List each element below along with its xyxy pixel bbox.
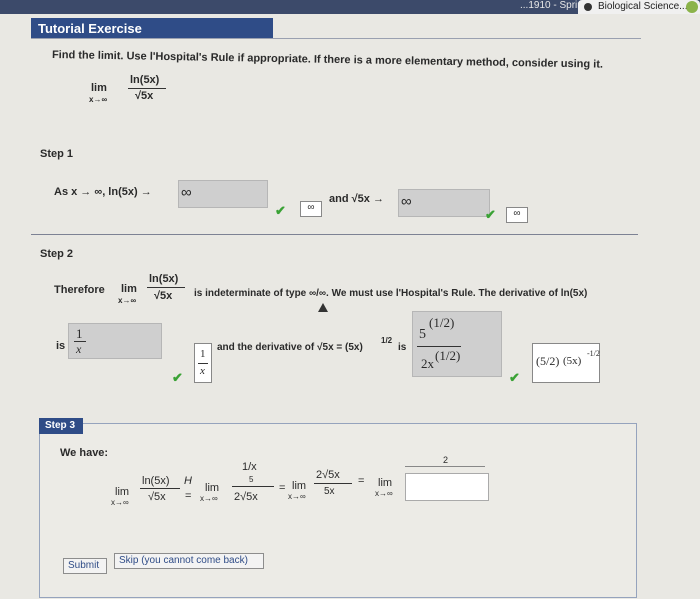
problem-lim: lim: [91, 82, 107, 94]
step3-frac1-bar: [140, 488, 180, 489]
step2-lim-sub: x→∞: [118, 296, 137, 305]
step2-num: ln(5x): [149, 273, 179, 285]
step3-answer-field[interactable]: [405, 473, 489, 501]
step1-answer1-field[interactable]: ∞: [178, 180, 268, 208]
browser-tab-bar: ...1910 - Sprin... Biological Science...: [0, 0, 700, 14]
browser-tab-biological-science[interactable]: Biological Science...: [578, 0, 700, 14]
step3-lim1-sub: x→∞: [111, 498, 129, 507]
step3-num1: ln(5x): [142, 475, 170, 487]
step2-title: Step 2: [40, 248, 74, 260]
extension-badge-icon[interactable]: [686, 1, 698, 13]
step3-lim1: lim: [115, 486, 130, 498]
step3-frac2-bar: [232, 486, 274, 487]
step2-correct-answer2: (5/2) (5x) -1/2: [532, 343, 600, 383]
step1-check2-icon: ✔: [485, 207, 496, 222]
step3-eq1: =: [185, 490, 192, 502]
step1-correct-answer2: ∞: [506, 207, 528, 223]
step3-box-value: 2: [443, 455, 449, 465]
problem-fraction-bar: [128, 88, 166, 89]
step2-indeterminate-text: is indeterminate of type ∞/∞. We must us…: [194, 288, 588, 299]
step3-tab: Step 3: [39, 418, 83, 434]
step3-den1: √5x: [148, 491, 166, 503]
step3-num3: 2√5x: [316, 469, 340, 481]
step3-num2-mid: 5: [249, 475, 254, 484]
step2-exponent: 1/2: [381, 336, 393, 345]
step2-fraction-bar: [147, 287, 185, 288]
step3-we-have: We have:: [60, 447, 109, 459]
step2-is2-label: is: [398, 342, 407, 353]
problem-numerator: ln(5x): [130, 74, 160, 86]
step1-and-text: and √5x →: [329, 193, 384, 205]
step2-answer1-field[interactable]: 1 x: [68, 323, 162, 359]
step1-check1-icon: ✔: [275, 203, 286, 218]
step2-correct-answer1: 1 x: [194, 343, 212, 383]
step2-lim: lim: [121, 283, 137, 295]
step1-answer2-field[interactable]: ∞: [398, 189, 490, 217]
tutorial-exercise-header: Tutorial Exercise: [31, 18, 273, 38]
header-divider: [31, 38, 641, 39]
step3-lim3: lim: [292, 480, 307, 492]
step3-lim2: lim: [205, 482, 220, 494]
step3-den2: 2√5x: [234, 491, 258, 503]
step3-lim4: lim: [378, 477, 393, 489]
submit-button[interactable]: Submit: [63, 558, 107, 574]
tab-favicon-icon: [584, 3, 592, 11]
step3-den3: 5x: [324, 486, 335, 497]
step3-lim3-sub: x→∞: [288, 492, 306, 501]
step2-den: √5x: [154, 290, 173, 302]
problem-instruction: Find the limit. Use l'Hospital's Rule if…: [51, 49, 604, 71]
step3-lim2-sub: x→∞: [200, 494, 218, 503]
step3-num2-top: 1/x: [242, 461, 257, 473]
step2-check2-icon: ✔: [509, 370, 520, 385]
problem-denominator: √5x: [135, 90, 154, 102]
step3-panel: [39, 423, 637, 598]
problem-lim-sub: x→∞: [89, 95, 108, 104]
step3-box-topline: [405, 466, 485, 467]
step1-correct-answer1: ∞: [300, 201, 322, 217]
step3-eq2: =: [279, 482, 286, 494]
step1-title: Step 1: [40, 148, 74, 160]
step2-answer2-field[interactable]: 5 (1/2) 2x (1/2): [412, 311, 502, 377]
step2-check1-icon: ✔: [172, 370, 183, 385]
step3-eq3: =: [358, 475, 365, 487]
step2-is-label: is: [56, 340, 66, 352]
step1-as-text: As x → ∞, ln(5x) →: [54, 186, 152, 198]
step2-derivative-text: and the derivative of √5x = (5x): [217, 342, 363, 353]
step1-divider: [31, 234, 638, 235]
step3-frac3-bar: [314, 483, 352, 484]
step3-lim4-sub: x→∞: [375, 489, 393, 498]
skip-button[interactable]: Skip (you cannot come back): [114, 553, 264, 569]
step2-therefore: Therefore: [54, 284, 105, 296]
step3-h-label: H: [184, 475, 192, 487]
mouse-cursor-icon: [318, 303, 328, 312]
